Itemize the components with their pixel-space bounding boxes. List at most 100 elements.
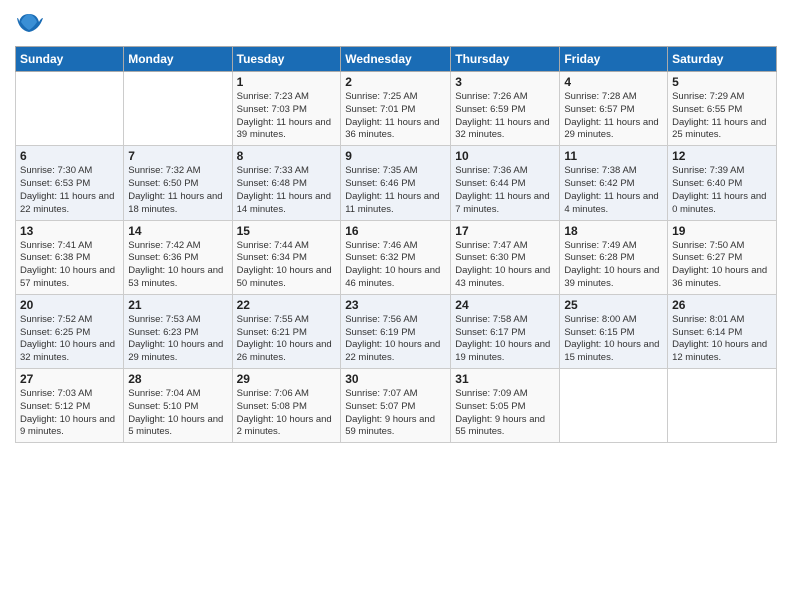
- calendar-cell: 28 Sunrise: 7:04 AM Sunset: 5:10 PM Dayli…: [124, 369, 232, 443]
- weekday-header: Wednesday: [341, 47, 451, 72]
- calendar-cell: 23Sunrise: 7:56 AM Sunset: 6:19 PM Dayli…: [341, 294, 451, 368]
- day-detail: Sunrise: 7:33 AM Sunset: 6:48 PM Dayligh…: [237, 165, 337, 216]
- day-number: 26: [672, 298, 772, 312]
- day-detail: Sunrise: 7:06 AM Sunset: 5:08 PM Dayligh…: [237, 388, 337, 439]
- day-number: 17: [455, 224, 555, 238]
- day-number: 24: [455, 298, 555, 312]
- weekday-header: Friday: [560, 47, 668, 72]
- header: [15, 10, 777, 38]
- day-detail: Sunrise: 7:50 AM Sunset: 6:27 PM Dayligh…: [672, 240, 772, 291]
- calendar-week-row: 27 Sunrise: 7:03 AM Sunset: 5:12 PM Dayli…: [16, 369, 777, 443]
- day-number: 28: [128, 372, 227, 386]
- weekday-header: Monday: [124, 47, 232, 72]
- logo: [15, 10, 45, 38]
- day-number: 25: [564, 298, 663, 312]
- day-detail: Sunrise: 7:38 AM Sunset: 6:42 PM Dayligh…: [564, 165, 663, 216]
- calendar-cell: 7 Sunrise: 7:32 AM Sunset: 6:50 PM Daylig…: [124, 146, 232, 220]
- day-number: 29: [237, 372, 337, 386]
- day-number: 1: [237, 75, 337, 89]
- day-number: 16: [345, 224, 446, 238]
- calendar-cell: 19 Sunrise: 7:50 AM Sunset: 6:27 PM Dayli…: [668, 220, 777, 294]
- day-number: 6: [20, 149, 119, 163]
- day-number: 14: [128, 224, 227, 238]
- day-number: 5: [672, 75, 772, 89]
- day-number: 15: [237, 224, 337, 238]
- day-number: 3: [455, 75, 555, 89]
- calendar-cell: 11 Sunrise: 7:38 AM Sunset: 6:42 PM Dayli…: [560, 146, 668, 220]
- calendar-week-row: 1 Sunrise: 7:23 AM Sunset: 7:03 PM Daylig…: [16, 72, 777, 146]
- calendar-cell: 20Sunrise: 7:52 AM Sunset: 6:25 PM Dayli…: [16, 294, 124, 368]
- calendar-cell: 6 Sunrise: 7:30 AM Sunset: 6:53 PM Daylig…: [16, 146, 124, 220]
- calendar-cell: 16 Sunrise: 7:46 AM Sunset: 6:32 PM Dayli…: [341, 220, 451, 294]
- calendar-cell: 17 Sunrise: 7:47 AM Sunset: 6:30 PM Dayli…: [451, 220, 560, 294]
- calendar-cell: 29 Sunrise: 7:06 AM Sunset: 5:08 PM Dayli…: [232, 369, 341, 443]
- calendar-cell: 2 Sunrise: 7:25 AM Sunset: 7:01 PM Daylig…: [341, 72, 451, 146]
- day-detail: Sunrise: 7:53 AM Sunset: 6:23 PM Dayligh…: [128, 314, 227, 365]
- calendar-cell: 4 Sunrise: 7:28 AM Sunset: 6:57 PM Daylig…: [560, 72, 668, 146]
- day-detail: Sunrise: 8:01 AM Sunset: 6:14 PM Dayligh…: [672, 314, 772, 365]
- day-number: 27: [20, 372, 119, 386]
- day-number: 21: [128, 298, 227, 312]
- calendar-cell: [668, 369, 777, 443]
- day-detail: Sunrise: 7:44 AM Sunset: 6:34 PM Dayligh…: [237, 240, 337, 291]
- day-detail: Sunrise: 7:30 AM Sunset: 6:53 PM Dayligh…: [20, 165, 119, 216]
- weekday-header: Thursday: [451, 47, 560, 72]
- day-number: 2: [345, 75, 446, 89]
- calendar-cell: 3 Sunrise: 7:26 AM Sunset: 6:59 PM Daylig…: [451, 72, 560, 146]
- day-detail: Sunrise: 7:26 AM Sunset: 6:59 PM Dayligh…: [455, 91, 555, 142]
- day-number: 9: [345, 149, 446, 163]
- calendar-cell: 27 Sunrise: 7:03 AM Sunset: 5:12 PM Dayli…: [16, 369, 124, 443]
- day-detail: Sunrise: 7:47 AM Sunset: 6:30 PM Dayligh…: [455, 240, 555, 291]
- day-detail: Sunrise: 7:09 AM Sunset: 5:05 PM Dayligh…: [455, 388, 555, 439]
- weekday-header: Tuesday: [232, 47, 341, 72]
- day-detail: Sunrise: 7:28 AM Sunset: 6:57 PM Dayligh…: [564, 91, 663, 142]
- day-detail: Sunrise: 7:32 AM Sunset: 6:50 PM Dayligh…: [128, 165, 227, 216]
- day-detail: Sunrise: 7:58 AM Sunset: 6:17 PM Dayligh…: [455, 314, 555, 365]
- calendar-table: SundayMondayTuesdayWednesdayThursdayFrid…: [15, 46, 777, 443]
- calendar-cell: 24 Sunrise: 7:58 AM Sunset: 6:17 PM Dayli…: [451, 294, 560, 368]
- calendar-cell: 25 Sunrise: 8:00 AM Sunset: 6:15 PM Dayli…: [560, 294, 668, 368]
- day-detail: Sunrise: 7:23 AM Sunset: 7:03 PM Dayligh…: [237, 91, 337, 142]
- calendar-header: SundayMondayTuesdayWednesdayThursdayFrid…: [16, 47, 777, 72]
- day-number: 13: [20, 224, 119, 238]
- calendar-cell: 31 Sunrise: 7:09 AM Sunset: 5:05 PM Dayli…: [451, 369, 560, 443]
- calendar-week-row: 20Sunrise: 7:52 AM Sunset: 6:25 PM Dayli…: [16, 294, 777, 368]
- day-number: 30: [345, 372, 446, 386]
- calendar-cell: 12Sunrise: 7:39 AM Sunset: 6:40 PM Dayli…: [668, 146, 777, 220]
- day-number: 10: [455, 149, 555, 163]
- calendar-body: 1 Sunrise: 7:23 AM Sunset: 7:03 PM Daylig…: [16, 72, 777, 443]
- day-detail: Sunrise: 7:35 AM Sunset: 6:46 PM Dayligh…: [345, 165, 446, 216]
- day-number: 4: [564, 75, 663, 89]
- day-detail: Sunrise: 7:04 AM Sunset: 5:10 PM Dayligh…: [128, 388, 227, 439]
- day-number: 7: [128, 149, 227, 163]
- weekday-header: Saturday: [668, 47, 777, 72]
- weekday-header: Sunday: [16, 47, 124, 72]
- day-number: 19: [672, 224, 772, 238]
- calendar-cell: 26 Sunrise: 8:01 AM Sunset: 6:14 PM Dayli…: [668, 294, 777, 368]
- day-detail: Sunrise: 7:25 AM Sunset: 7:01 PM Dayligh…: [345, 91, 446, 142]
- day-number: 20: [20, 298, 119, 312]
- weekday-row: SundayMondayTuesdayWednesdayThursdayFrid…: [16, 47, 777, 72]
- calendar-cell: [124, 72, 232, 146]
- logo-icon: [15, 10, 43, 38]
- day-detail: Sunrise: 7:39 AM Sunset: 6:40 PM Dayligh…: [672, 165, 772, 216]
- day-number: 18: [564, 224, 663, 238]
- calendar-cell: 14Sunrise: 7:42 AM Sunset: 6:36 PM Dayli…: [124, 220, 232, 294]
- day-detail: Sunrise: 7:56 AM Sunset: 6:19 PM Dayligh…: [345, 314, 446, 365]
- day-number: 31: [455, 372, 555, 386]
- calendar-cell: 9 Sunrise: 7:35 AM Sunset: 6:46 PM Daylig…: [341, 146, 451, 220]
- day-detail: Sunrise: 8:00 AM Sunset: 6:15 PM Dayligh…: [564, 314, 663, 365]
- calendar-cell: 30Sunrise: 7:07 AM Sunset: 5:07 PM Dayli…: [341, 369, 451, 443]
- day-detail: Sunrise: 7:29 AM Sunset: 6:55 PM Dayligh…: [672, 91, 772, 142]
- calendar-week-row: 13Sunrise: 7:41 AM Sunset: 6:38 PM Dayli…: [16, 220, 777, 294]
- calendar-cell: 22Sunrise: 7:55 AM Sunset: 6:21 PM Dayli…: [232, 294, 341, 368]
- day-detail: Sunrise: 7:49 AM Sunset: 6:28 PM Dayligh…: [564, 240, 663, 291]
- day-number: 11: [564, 149, 663, 163]
- day-number: 22: [237, 298, 337, 312]
- day-detail: Sunrise: 7:46 AM Sunset: 6:32 PM Dayligh…: [345, 240, 446, 291]
- calendar-cell: 1 Sunrise: 7:23 AM Sunset: 7:03 PM Daylig…: [232, 72, 341, 146]
- calendar-cell: 8Sunrise: 7:33 AM Sunset: 6:48 PM Daylig…: [232, 146, 341, 220]
- page: SundayMondayTuesdayWednesdayThursdayFrid…: [0, 0, 792, 612]
- day-detail: Sunrise: 7:03 AM Sunset: 5:12 PM Dayligh…: [20, 388, 119, 439]
- calendar-cell: 15 Sunrise: 7:44 AM Sunset: 6:34 PM Dayli…: [232, 220, 341, 294]
